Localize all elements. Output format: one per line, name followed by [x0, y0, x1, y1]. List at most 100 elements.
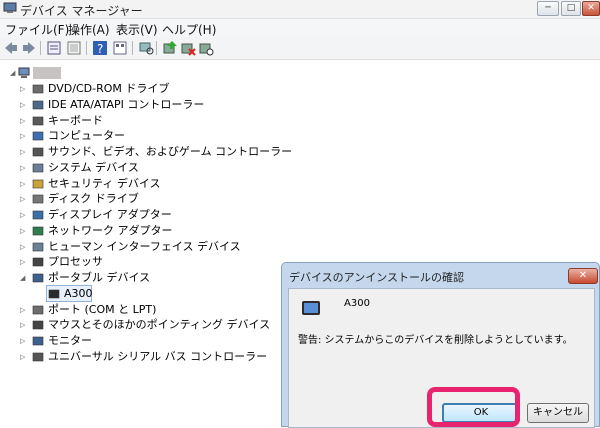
port-icon — [32, 305, 44, 314]
ide-controller-icon — [32, 100, 44, 110]
menu-action[interactable]: 操作(A) — [68, 21, 110, 38]
tree-item[interactable]: ▷ セキュリティ デバイス — [0, 176, 300, 192]
toolbar-separator — [132, 41, 133, 55]
tree-item-label: サウンド、ビデオ、およびゲーム コントローラー — [48, 145, 293, 158]
tree-item-label: DVD/CD-ROM ドライブ — [48, 82, 170, 95]
toolbar-separator — [86, 41, 87, 55]
portable-devices-icon — [32, 273, 44, 283]
tree-item-label: ヒューマン インターフェイス デバイス — [48, 239, 241, 253]
tree-item-label: ディスク ドライブ — [48, 192, 139, 206]
tree-expander[interactable]: ▷ — [20, 207, 28, 223]
mouse-icon — [32, 320, 44, 330]
ok-button-highlight — [427, 387, 520, 427]
tree-item-label: コンピューター — [48, 129, 125, 143]
tree-expander[interactable]: ▷ — [20, 191, 28, 207]
tree-item[interactable]: ▷ マウスとそのほかのポインティング デバイス — [0, 317, 300, 333]
tree-item[interactable]: ▷ プロセッサ — [0, 254, 300, 270]
tree-expander[interactable]: ▷ — [20, 349, 28, 365]
tree-item[interactable]: ▷ ネットワーク アダプター — [0, 223, 300, 239]
tree-expander[interactable]: ▷ — [20, 317, 28, 333]
tree-item-label: モニター — [48, 334, 92, 347]
tree-item[interactable]: ▷ IDE ATA/ATAPI コントローラー — [0, 97, 300, 113]
tree-item-label: ユニバーサル シリアル バス コントローラー — [48, 349, 268, 363]
menu-file[interactable]: ファイル(F) — [5, 21, 69, 38]
computer-icon — [32, 131, 44, 141]
tree-item[interactable]: ▷ ディスプレイ アダプター — [0, 207, 300, 223]
tree-item[interactable]: ▷ システム デバイス — [0, 160, 300, 176]
tree-root[interactable]: ◢ — [0, 65, 80, 81]
tree-item-label: キーボード — [48, 113, 103, 127]
dialog-close-button[interactable]: ✕ — [568, 268, 598, 284]
network-adapter-icon — [32, 226, 44, 236]
display-adapter-icon — [32, 210, 44, 220]
tree-item[interactable]: ◢ ポータブル デバイス — [0, 270, 300, 286]
view-icon[interactable] — [112, 40, 128, 56]
tree-expander[interactable]: ▷ — [20, 144, 28, 160]
tree-expander[interactable]: ▷ — [20, 223, 28, 239]
tree-item[interactable]: ▷ ヒューマン インターフェイス デバイス — [0, 239, 300, 255]
title-bar: デバイス マネージャー ─ □ ✕ — [0, 0, 600, 19]
tree-item-label: ポート (COM と LPT) — [48, 302, 157, 316]
scan-hardware-icon[interactable] — [138, 40, 154, 56]
tree-expander[interactable]: ▷ — [20, 97, 28, 113]
cancel-button[interactable]: キャンセル — [527, 403, 589, 423]
tree-item[interactable]: ▷ DVD/CD-ROM ドライブ — [0, 81, 300, 97]
menu-help[interactable]: ヘルプ(H) — [162, 21, 216, 38]
close-button[interactable]: ✕ — [582, 1, 600, 16]
tree-item-label: ポータブル デバイス — [48, 271, 151, 284]
menu-view[interactable]: 表示(V) — [116, 21, 158, 38]
tree-item[interactable]: ▷ サウンド、ビデオ、およびゲーム コントローラー — [0, 144, 300, 160]
dialog-title: デバイスのアンインストールの確認 — [289, 271, 465, 284]
dvd-drive-icon — [32, 84, 44, 94]
svg-text:?: ? — [97, 42, 103, 56]
back-icon[interactable] — [3, 40, 19, 56]
tree-expander[interactable]: ▷ — [20, 160, 28, 176]
update-driver-icon[interactable] — [162, 40, 178, 56]
tablet-device-icon — [302, 301, 320, 315]
tablet-device-icon — [48, 289, 60, 299]
tree-expander[interactable]: ▷ — [20, 239, 28, 255]
computer-root-icon — [18, 67, 30, 78]
tree-item[interactable]: ▷ モニター — [0, 333, 300, 349]
properties-icon[interactable] — [46, 40, 62, 56]
tree-expander[interactable]: ▷ — [20, 128, 28, 144]
security-devices-icon — [32, 179, 44, 188]
root-expander[interactable]: ◢ — [10, 65, 18, 81]
dialog-warning-text: 警告: システムからこのデバイスを削除しようとしています。 — [298, 335, 573, 346]
toolbar: ? — [0, 37, 600, 60]
tree-item[interactable]: ▷ ユニバーサル シリアル バス コントローラー — [0, 349, 300, 365]
refresh-icon[interactable] — [66, 40, 82, 56]
tree-expander[interactable]: ▷ — [20, 333, 28, 349]
device-manager-icon — [3, 2, 17, 13]
tree-item[interactable]: ▷ コンピューター — [0, 128, 300, 144]
disable-icon[interactable] — [198, 40, 214, 56]
disk-drive-icon — [32, 194, 44, 204]
maximize-button[interactable]: □ — [561, 1, 581, 16]
redacted-computer-name — [33, 67, 61, 79]
tree-item-label: プロセッサ — [48, 255, 103, 269]
tree-item-label: ネットワーク アダプター — [48, 223, 173, 237]
toolbar-separator — [40, 41, 41, 55]
tree-expander[interactable]: ▷ — [20, 113, 28, 129]
keyboard-icon — [32, 116, 44, 125]
help-icon[interactable]: ? — [92, 40, 108, 56]
tree-item-child[interactable]: A300 — [0, 284, 300, 302]
uninstall-icon[interactable] — [180, 40, 196, 56]
minimize-button[interactable]: ─ — [537, 1, 559, 16]
tree-expander[interactable]: ◢ — [20, 270, 28, 286]
tree-item[interactable]: ▷ ディスク ドライブ — [0, 191, 300, 207]
tree-item-label: マウスとそのほかのポインティング デバイス — [48, 318, 271, 332]
processor-icon — [32, 257, 44, 267]
menu-bar: ファイル(F) 操作(A) 表示(V) ヘルプ(H) — [0, 19, 600, 37]
tree-item[interactable]: ▷ ポート (COM と LPT) — [0, 302, 300, 318]
tree-expander[interactable]: ▷ — [20, 254, 28, 270]
tree-expander[interactable]: ▷ — [20, 81, 28, 97]
hid-icon — [32, 242, 44, 251]
forward-icon[interactable] — [21, 40, 37, 56]
tree-expander[interactable]: ▷ — [20, 176, 28, 192]
monitor-icon — [32, 336, 44, 346]
tree-item[interactable]: ▷ キーボード — [0, 113, 300, 129]
tree-item-label: IDE ATA/ATAPI コントローラー — [48, 97, 205, 111]
tree-expander[interactable]: ▷ — [20, 302, 28, 318]
window-title: デバイス マネージャー — [20, 4, 143, 18]
